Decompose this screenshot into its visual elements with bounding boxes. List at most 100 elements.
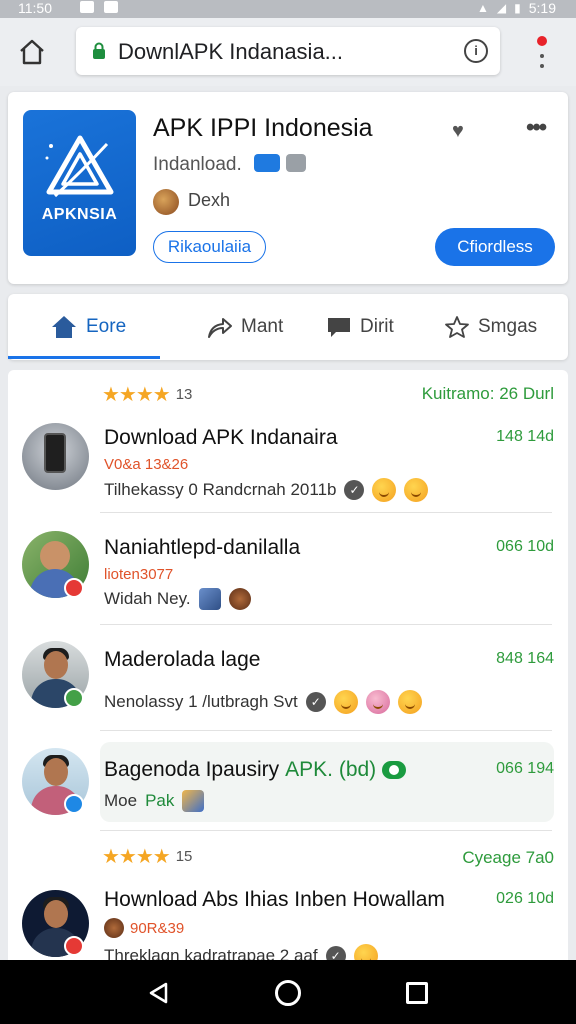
item-line: Nenolassy 1 /lutbragh Svt ✓	[104, 690, 422, 714]
tab-home[interactable]: Eore	[50, 294, 126, 360]
star-icon	[445, 316, 469, 338]
item-stat: 066 10d	[496, 538, 554, 555]
item-stat: 148 14d	[496, 428, 554, 445]
divider	[100, 512, 552, 513]
favorite-heart-icon[interactable]: ♥	[452, 120, 464, 143]
item-meta: 90R&39	[130, 919, 185, 937]
status-right-time: 5:19	[528, 0, 556, 16]
emoji-icon	[404, 478, 429, 502]
developer-avatar	[153, 189, 179, 215]
apk-feed-list: ★★★★ 13 Kuitramo: 26 Durl Download APK I…	[8, 370, 568, 970]
item-meta: lioten3077	[104, 566, 174, 583]
apk-logo-icon	[45, 135, 114, 198]
status-right: ▲ ◢ ▮ 5:19	[477, 0, 556, 16]
avatar-face	[44, 651, 68, 679]
rating-row: ★★★★ 13	[102, 382, 192, 407]
item-stat: 848 164	[496, 650, 554, 667]
item-title[interactable]: Naniahtlepd-danilalla	[104, 536, 300, 560]
item-meta: V0&a 13&26	[104, 456, 189, 473]
primary-download-button[interactable]: Cfiordless	[435, 228, 555, 266]
status-bar: 11:50 ▲ ◢ ▮ 5:19	[0, 0, 576, 18]
tab-label: Mant	[241, 316, 284, 337]
toggle-icon	[382, 761, 407, 779]
active-tab-indicator	[8, 356, 160, 359]
browser-menu-button[interactable]	[532, 34, 552, 74]
app-card: APKNSIA APK IPPI Indonesia Indanload. De…	[8, 92, 568, 284]
app-subtitle: Indanload.	[153, 154, 242, 175]
shield-icon: ✓	[344, 480, 365, 500]
item-title[interactable]: Hownload Abs Ihias Inben Howallam	[104, 888, 445, 912]
url-field[interactable]: DownlAPK Indanasia... i	[76, 27, 500, 75]
item-meta-row: 90R&39	[104, 918, 184, 938]
tab-ratings[interactable]: Smgas	[444, 294, 537, 360]
rating-count: 13	[175, 386, 193, 403]
emoji-icon	[372, 478, 397, 502]
item-title[interactable]: Maderolada lage	[104, 648, 260, 672]
badge-icon	[64, 936, 84, 956]
developer-name: Dexh	[188, 190, 231, 210]
item-title: Bagenoda Ipausiry	[104, 758, 280, 781]
thumbnail-icon	[198, 588, 221, 610]
rating-count: 15	[175, 848, 193, 865]
item-line-text: Tilhekassy 0 Randcrnah 2011b	[104, 480, 337, 499]
item-title[interactable]: Download APK Indanaira	[104, 426, 338, 450]
tab-bar: Eore Mant Dirit Smgas	[8, 294, 568, 360]
back-icon[interactable]	[147, 981, 169, 1005]
feed-header-right: Cyeage 7a0	[462, 848, 554, 867]
app-logo[interactable]: APKNSIA	[23, 110, 136, 256]
divider	[100, 624, 552, 625]
lock-icon	[93, 42, 105, 59]
tab-label: Eore	[86, 316, 127, 337]
menu-dot	[540, 64, 544, 68]
home-button[interactable]	[14, 34, 50, 70]
item-line: Widah Ney.	[104, 588, 251, 610]
feed-header-right: Kuitramo: 26 Durl	[421, 384, 554, 403]
signal-icon: ◢	[496, 1, 507, 15]
emoji-icon	[333, 690, 358, 714]
gamepad-icon	[254, 154, 280, 172]
item-avatar[interactable]	[22, 423, 89, 490]
logo-text: APKNSIA	[41, 206, 118, 223]
phone-image	[44, 433, 66, 473]
item-line-text: Widah Ney.	[104, 589, 191, 608]
tab-comments[interactable]: Dirit	[326, 294, 394, 360]
tab-label: Smgas	[478, 316, 538, 337]
menu-dot	[540, 54, 544, 58]
divider	[100, 830, 552, 831]
more-options-icon[interactable]: •••	[526, 114, 547, 142]
url-text: DownlAPK Indanasia...	[118, 39, 344, 64]
system-nav-bar	[0, 960, 576, 1024]
tab-label: Dirit	[360, 316, 394, 337]
status-time: 11:50	[18, 0, 52, 16]
item-line: Moe Pak	[104, 790, 205, 812]
info-icon[interactable]: i	[464, 39, 488, 63]
app-badges	[254, 154, 306, 172]
rating-row: ★★★★ 15	[102, 844, 192, 869]
share-icon	[208, 318, 232, 338]
wifi-icon: ▲	[477, 1, 489, 15]
thumbnail-icon	[182, 790, 205, 812]
avatar-face	[44, 900, 68, 928]
item-stat: 066 194	[496, 760, 554, 777]
notification-icon	[104, 1, 118, 13]
item-line-text: Nenolassy 1 /lutbragh Svt	[104, 692, 298, 711]
shield-icon: ✓	[305, 692, 326, 712]
notification-icons	[80, 1, 118, 13]
battery-icon: ▮	[514, 1, 521, 15]
badge-icon	[64, 578, 84, 598]
secondary-action-button[interactable]: Rikaoulaiia	[153, 231, 266, 263]
home-nav-icon[interactable]	[275, 980, 301, 1006]
rating-stars: ★★★★	[102, 384, 171, 406]
browser-toolbar: DownlAPK Indanasia... i	[0, 18, 576, 86]
app-title: APK IPPI Indonesia	[153, 114, 373, 142]
item-title-green: APK. (bd)	[285, 758, 377, 781]
thumbnail-icon	[228, 588, 251, 610]
notification-icon	[80, 1, 94, 13]
item-title-row[interactable]: Bagenoda Ipausiry APK. (bd)	[104, 758, 407, 782]
recent-apps-icon[interactable]	[406, 982, 428, 1004]
avatar-face	[44, 758, 68, 786]
thumbnail-icon	[104, 918, 124, 938]
home-icon	[20, 39, 44, 65]
item-stat: 026 10d	[496, 890, 554, 907]
tab-share[interactable]: Mant	[205, 294, 283, 360]
